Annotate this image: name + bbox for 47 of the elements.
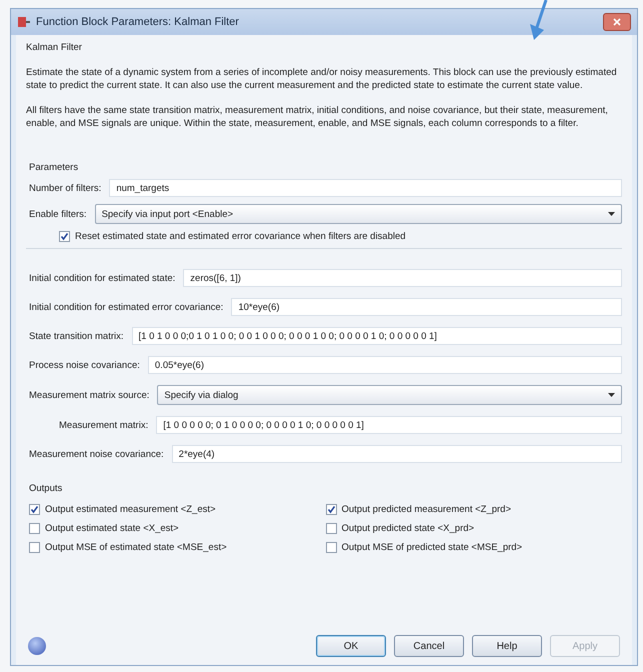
dialog-button[interactable]: Help: [472, 635, 542, 657]
field-label: Measurement matrix source:: [29, 390, 150, 400]
checkbox-label: Output MSE of predicted state <MSE_prd>: [342, 542, 522, 553]
close-button[interactable]: [603, 13, 631, 31]
input-field[interactable]: [1 0 1 0 0 0;0 1 0 1 0 0; 0 0 1 0 0 0; 0 0 0 1 0 0; 0 0 0 0 1 0; 0 0 0 0 0 1]: [132, 327, 622, 345]
checkbox-label: Output predicted state <X_prd>: [342, 523, 474, 534]
checkbox[interactable]: [29, 523, 40, 534]
dialog-button[interactable]: OK: [316, 635, 386, 657]
checkbox-label: Reset estimated state and estimated error covariance when filters are disabled: [75, 231, 406, 242]
dialog-button[interactable]: Cancel: [394, 635, 464, 657]
dropdown[interactable]: Specify via dialog: [157, 385, 622, 405]
description-paragraph: Estimate the state of a dynamic system from a series of incomplete and/or noisy measurements. This block can use the previously estimated state to predict the current state. It can also use the current measurement and the predicted state to estimate the current state value.: [26, 66, 618, 92]
dropdown[interactable]: Specify via input port <Enable>: [94, 204, 622, 224]
checkbox-label: Output MSE of estimated state <MSE_est>: [45, 542, 227, 553]
field-label: Measurement noise covariance:: [29, 448, 164, 460]
section-heading: Outputs: [29, 483, 64, 494]
checkbox-label: Output estimated measurement <Z_est>: [45, 504, 216, 515]
input-field[interactable]: 10*eye(6): [231, 298, 622, 316]
checkbox[interactable]: [29, 504, 40, 515]
checkbox-label: Output estimated state <X_est>: [45, 523, 179, 534]
dropdown-arrow-icon: [608, 212, 615, 216]
field-label: State transition matrix:: [29, 330, 124, 342]
block-name: Kalman Filter: [26, 41, 83, 54]
section-heading: Parameters: [29, 162, 80, 173]
checkbox[interactable]: [326, 504, 336, 515]
description-paragraph: All filters have the same state transition matrix, measurement matrix, initial conditions, and noise covariance, but their state, measurement, enable, and MSE signals are unique. Within the state, measurement, enable, and MSE signals, each column corresponds to a filter.: [26, 104, 609, 130]
checkbox[interactable]: [29, 542, 40, 553]
checkbox[interactable]: [59, 231, 70, 242]
window-title: Function Block Parameters: Kalman Filter: [36, 16, 240, 28]
input-field[interactable]: num_targets: [109, 179, 622, 197]
dropdown-arrow-icon: [608, 393, 615, 397]
input-field[interactable]: [1 0 0 0 0 0; 0 1 0 0 0 0; 0 0 0 0 1 0; 0 0 0 0 0 1]: [156, 416, 622, 434]
checkbox[interactable]: [326, 542, 336, 553]
field-label: Process noise covariance:: [29, 360, 140, 370]
close-icon: [613, 18, 621, 26]
help-icon[interactable]: [28, 637, 46, 655]
field-label: Number of filters:: [29, 182, 102, 194]
field-label: Enable filters:: [29, 208, 87, 220]
checkbox[interactable]: [326, 523, 336, 534]
input-field[interactable]: 0.05*eye(6): [148, 356, 622, 374]
field-label: Initial condition for estimated error covariance:: [29, 302, 224, 312]
field-label: Initial condition for estimated state:: [29, 272, 176, 284]
field-label: Measurement matrix:: [59, 420, 148, 430]
input-field[interactable]: zeros([6, 1]): [183, 269, 622, 287]
block-icon: [17, 16, 31, 28]
checkbox-label: Output predicted measurement <Z_prd>: [342, 504, 512, 515]
input-field[interactable]: 2*eye(4): [172, 445, 622, 463]
